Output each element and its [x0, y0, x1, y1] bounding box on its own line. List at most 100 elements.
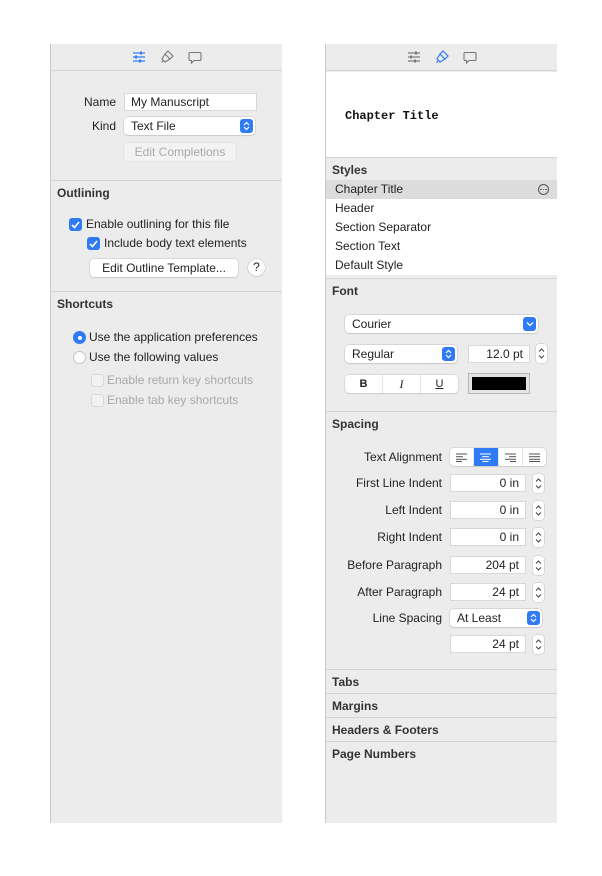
font-style-segmented: B I U — [345, 375, 458, 393]
style-item-label: Header — [335, 201, 375, 215]
shortcuts-section-title: Shortcuts — [57, 297, 114, 311]
inspector-toolbar — [51, 44, 282, 71]
spacing-section-title: Spacing — [332, 417, 379, 431]
line-spacing-popup[interactable]: At Least — [450, 609, 542, 627]
divider — [326, 278, 557, 279]
comment-icon[interactable] — [462, 49, 478, 65]
before-paragraph-field[interactable]: 204 pt — [450, 556, 526, 574]
after-paragraph-field[interactable]: 24 pt — [450, 583, 526, 601]
kind-popup[interactable]: Text File — [124, 117, 255, 135]
italic-button[interactable]: I — [383, 375, 421, 393]
style-item-section-text[interactable]: Section Text — [326, 237, 557, 256]
chevron-down-icon — [523, 317, 536, 331]
font-section-title: Font — [332, 284, 358, 298]
return-key-checkbox[interactable] — [91, 374, 104, 387]
align-justify-button[interactable] — [523, 448, 546, 466]
font-size-stepper[interactable] — [536, 344, 547, 363]
style-item-label: Section Text — [335, 239, 401, 253]
enable-outlining-checkbox[interactable] — [69, 218, 82, 231]
left-indent-stepper[interactable] — [533, 501, 544, 520]
enable-outlining-label: Enable outlining for this file — [86, 217, 230, 231]
style-item-section-separator[interactable]: Section Separator — [326, 218, 557, 237]
name-label: Name — [83, 95, 116, 109]
preview-text: Chapter Title — [345, 109, 439, 123]
align-left-button[interactable] — [450, 448, 475, 466]
font-family-value: Courier — [352, 317, 392, 331]
before-paragraph-stepper[interactable] — [533, 556, 544, 575]
use-app-prefs-radio[interactable] — [73, 331, 86, 344]
divider — [51, 180, 282, 181]
help-button[interactable]: ? — [248, 259, 265, 276]
after-paragraph-stepper[interactable] — [533, 583, 544, 602]
kind-value: Text File — [131, 119, 176, 133]
styles-list: Chapter Title Header Section Separator S… — [326, 180, 557, 275]
tabs-section-header[interactable]: Tabs — [326, 669, 557, 693]
include-body-checkbox[interactable] — [87, 237, 100, 250]
right-indent-stepper[interactable] — [533, 528, 544, 547]
font-color-well[interactable] — [468, 373, 530, 394]
headers-footers-section-header[interactable]: Headers & Footers — [326, 717, 557, 741]
style-item-label: Chapter Title — [335, 182, 404, 196]
tab-key-label: Enable tab key shortcuts — [107, 393, 239, 407]
edit-completions-button[interactable]: Edit Completions — [124, 143, 236, 161]
style-item-header[interactable]: Header — [326, 199, 557, 218]
margins-section-header[interactable]: Margins — [326, 693, 557, 717]
include-body-label: Include body text elements — [104, 236, 247, 250]
name-field[interactable]: My Manuscript — [124, 93, 257, 111]
sliders-icon[interactable] — [131, 49, 147, 65]
return-key-label: Enable return key shortcuts — [107, 373, 254, 387]
style-inspector-panel: Chapter Title Styles Chapter Title Heade… — [325, 44, 557, 823]
use-following-label: Use the following values — [89, 350, 219, 364]
underline-button[interactable]: U — [421, 375, 458, 393]
inspector-toolbar — [326, 44, 557, 71]
left-indent-label: Left Indent — [385, 503, 442, 517]
color-swatch — [472, 377, 526, 390]
paintbrush-icon[interactable] — [434, 49, 450, 65]
style-preview: Chapter Title — [326, 72, 557, 158]
use-following-radio[interactable] — [73, 351, 86, 364]
styles-section-title: Styles — [332, 163, 368, 177]
sliders-icon[interactable] — [406, 49, 422, 65]
first-line-indent-label: First Line Indent — [355, 476, 442, 490]
document-inspector-panel: Name My Manuscript Kind Text File Edit C… — [50, 44, 282, 823]
first-line-indent-stepper[interactable] — [533, 474, 544, 493]
left-indent-field[interactable]: 0 in — [450, 501, 526, 519]
font-weight-popup[interactable]: Regular — [345, 345, 457, 363]
text-alignment-segmented — [450, 448, 546, 466]
right-indent-field[interactable]: 0 in — [450, 528, 526, 546]
line-spacing-label: Line Spacing — [372, 611, 442, 625]
updown-chevron-icon — [527, 611, 540, 625]
style-item-label: Default Style — [335, 258, 404, 272]
collapsed-sections: Tabs Margins Headers & Footers Page Numb… — [326, 669, 557, 765]
divider — [326, 411, 557, 412]
line-spacing-value: At Least — [457, 611, 502, 625]
after-paragraph-label: After Paragraph — [357, 585, 442, 599]
updown-chevron-icon — [240, 119, 253, 133]
text-alignment-label: Text Alignment — [363, 450, 442, 464]
outlining-section-title: Outlining — [57, 186, 110, 200]
align-center-button[interactable] — [474, 448, 499, 466]
align-right-button[interactable] — [499, 448, 523, 466]
style-item-chapter-title[interactable]: Chapter Title — [326, 180, 557, 199]
divider — [51, 291, 282, 292]
before-paragraph-label: Before Paragraph — [347, 558, 442, 572]
right-indent-label: Right Indent — [377, 530, 442, 544]
font-size-field[interactable]: 12.0 pt — [468, 345, 530, 363]
page-numbers-section-header[interactable]: Page Numbers — [326, 741, 557, 765]
style-item-default-style[interactable]: Default Style — [326, 256, 557, 275]
use-app-prefs-label: Use the application preferences — [89, 330, 258, 344]
font-family-popup[interactable]: Courier — [345, 315, 538, 333]
updown-chevron-icon — [442, 347, 455, 361]
tab-key-checkbox[interactable] — [91, 394, 104, 407]
edit-outline-template-button[interactable]: Edit Outline Template... — [90, 259, 238, 277]
line-spacing-amount-field[interactable]: 24 pt — [450, 635, 526, 653]
more-options-icon[interactable] — [538, 184, 549, 195]
line-spacing-amount-stepper[interactable] — [533, 635, 544, 654]
paintbrush-icon[interactable] — [159, 49, 175, 65]
kind-label: Kind — [91, 119, 116, 133]
style-item-label: Section Separator — [335, 220, 432, 234]
bold-button[interactable]: B — [345, 375, 383, 393]
first-line-indent-field[interactable]: 0 in — [450, 474, 526, 492]
comment-icon[interactable] — [187, 49, 203, 65]
font-weight-value: Regular — [352, 347, 395, 361]
